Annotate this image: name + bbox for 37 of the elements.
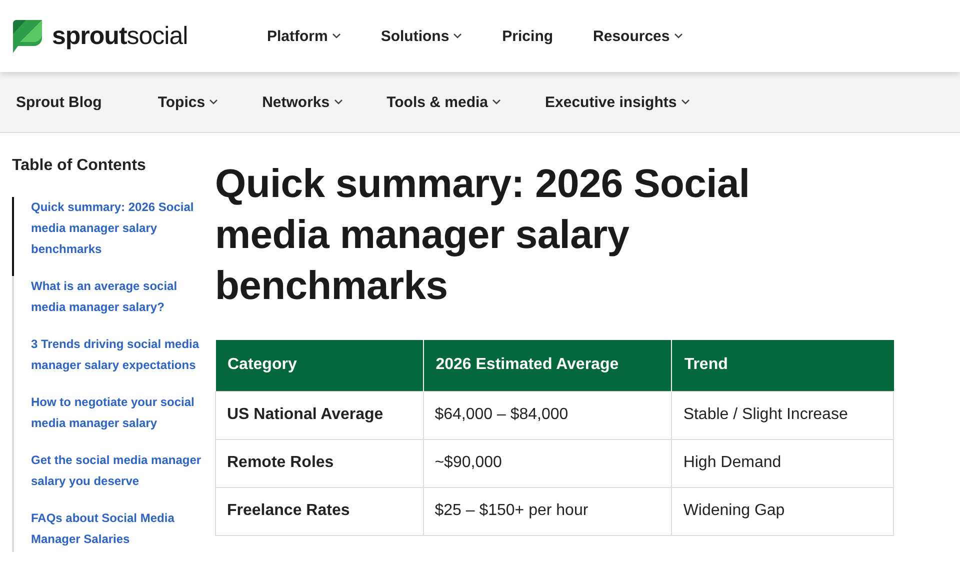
table-cell: Freelance Rates [216,487,424,535]
table-cell: US National Average [216,391,424,439]
toc-title: Table of Contents [12,157,147,175]
brand-logo-text: sproutsocial [52,22,188,50]
toc-link[interactable]: What is an average social media manager salary? [12,276,215,334]
leaf-logo-icon [12,18,44,54]
section-heading: Quick summary: 2026 Social media manager salary benchmarks [215,161,751,310]
chevron-down-icon [674,33,683,39]
table-cell: $25 – $150+ per hour [423,487,672,535]
chevron-down-icon [453,33,462,39]
blog-nav-link[interactable]: Tools & media [386,94,501,110]
toc-link[interactable]: Quick summary: 2026 Social media manager salary benchmarks [12,197,215,276]
nav-link[interactable]: Pricing [502,28,554,44]
chevron-down-icon [209,99,218,105]
table-cell: $64,000 – $84,000 [423,391,672,439]
blog-nav-link[interactable]: Networks [262,94,343,110]
blog-nav-link[interactable]: Executive insights [545,94,690,110]
nav-link[interactable]: Solutions [380,28,462,44]
blog-home-link[interactable]: Sprout Blog [16,94,102,110]
chevron-down-icon [332,33,341,39]
table-cell: Remote Roles [216,439,424,487]
column-header: Category [216,340,424,391]
toc-link[interactable]: Get the social media manager salary you deserve [12,450,215,508]
chevron-down-icon [680,99,690,105]
toc-link[interactable]: FAQs about Social Media Manager Salaries [12,508,215,552]
table-cell: Stable / Slight Increase [672,391,894,439]
column-header: Trend [672,340,894,391]
chevron-down-icon [492,99,501,105]
nav-link[interactable]: Platform [267,28,341,44]
table-cell: Widening Gap [672,487,894,535]
blog-nav-link[interactable]: Topics [158,94,218,110]
table-cell: High Demand [672,439,894,487]
column-header: 2026 Estimated Average [423,340,672,391]
table-cell: ~$90,000 [423,439,672,487]
chevron-down-icon [334,99,343,105]
nav-link[interactable]: Resources [593,28,683,44]
toc-link[interactable]: How to negotiate your social media manager salary [12,392,215,450]
